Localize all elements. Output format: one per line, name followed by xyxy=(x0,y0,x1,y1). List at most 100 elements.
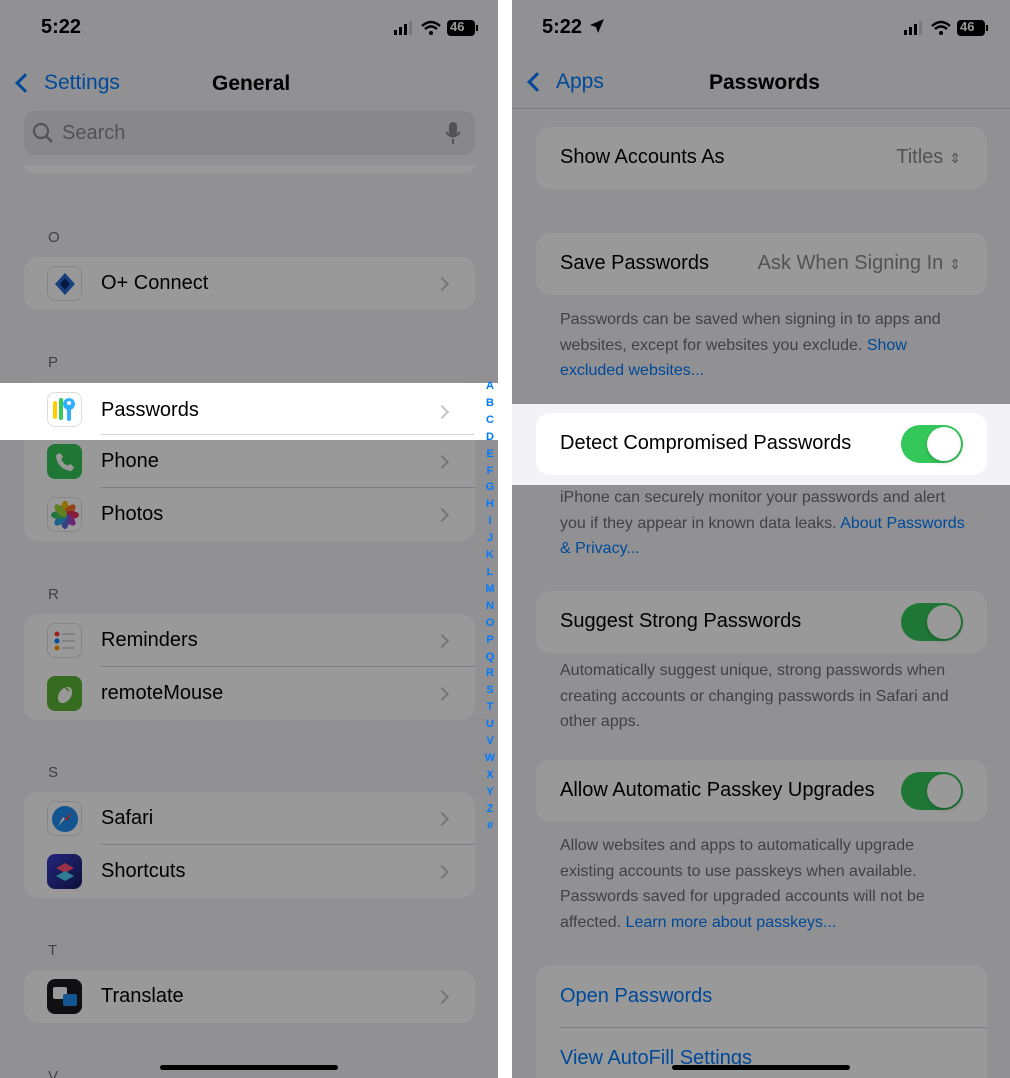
index-letter[interactable]: U xyxy=(486,716,494,733)
index-letter[interactable]: F xyxy=(487,463,494,480)
save-passwords-row[interactable]: Save Passwords Ask When Signing In ⇕ xyxy=(536,233,987,295)
shortcuts-app-icon xyxy=(47,854,82,889)
passwords-key-icon xyxy=(47,392,82,427)
reminders-app-icon xyxy=(47,623,82,658)
index-letter[interactable]: C xyxy=(486,412,494,429)
search-icon xyxy=(32,122,53,143)
row-label: Suggest Strong Passwords xyxy=(560,610,802,632)
row-separator xyxy=(560,1027,987,1028)
index-letter[interactable]: R xyxy=(486,665,494,682)
status-time: 5:22 xyxy=(542,16,583,38)
home-indicator[interactable] xyxy=(160,1065,338,1070)
page-title: Passwords xyxy=(709,71,820,94)
row-label: Detect Compromised Passwords xyxy=(560,432,852,454)
index-letter[interactable]: I xyxy=(488,513,491,530)
detect-footer: iPhone can securely monitor your passwor… xyxy=(560,485,970,562)
battery-level: 46 xyxy=(450,19,465,34)
list-item-safari[interactable]: Safari xyxy=(24,792,475,845)
index-letter[interactable]: J xyxy=(487,530,493,547)
dim-overlay-top xyxy=(0,0,498,383)
chevron-right-icon xyxy=(434,454,450,469)
learn-more-passkeys-link[interactable]: Learn more about passkeys... xyxy=(626,914,837,931)
group-s: Safari Shortcuts xyxy=(24,792,475,898)
section-header-o: O xyxy=(48,229,61,246)
index-letter[interactable]: E xyxy=(486,446,493,463)
home-indicator[interactable] xyxy=(672,1065,850,1070)
suggest-strong-toggle[interactable] xyxy=(901,603,963,641)
row-value: Ask When Signing In ⇕ xyxy=(758,252,961,275)
toggle-knob xyxy=(927,774,961,808)
chevron-left-icon xyxy=(15,73,35,93)
section-header-t: T xyxy=(48,942,58,959)
open-passwords-link[interactable]: Open Passwords xyxy=(560,985,712,1008)
list-item-phone[interactable]: Phone xyxy=(24,435,475,488)
highlight-band: Detect Compromised Passwords xyxy=(512,404,1010,485)
index-letter[interactable]: # xyxy=(487,818,493,835)
location-arrow-icon xyxy=(590,19,604,33)
show-accounts-row[interactable]: Show Accounts As Titles ⇕ xyxy=(536,127,987,189)
photos-app-icon xyxy=(47,497,82,532)
screen-divider xyxy=(498,0,512,1078)
list-item-remotemouse[interactable]: remoteMouse xyxy=(24,667,475,720)
index-letter[interactable]: T xyxy=(487,699,494,716)
index-letter[interactable]: G xyxy=(486,479,495,496)
back-label: Settings xyxy=(44,71,120,94)
translate-app-icon xyxy=(47,979,82,1014)
index-letter[interactable]: W xyxy=(485,750,495,767)
index-letter[interactable]: P xyxy=(486,632,493,649)
status-icons: 46 xyxy=(392,18,480,43)
list-item-translate[interactable]: Translate xyxy=(24,970,475,1023)
oplus-connect-app-icon xyxy=(47,266,82,301)
back-button[interactable]: Settings xyxy=(14,71,120,95)
row-label: Translate xyxy=(101,985,184,1007)
section-index[interactable]: A B C D E F G H I J K L M N O P Q R S T … xyxy=(482,378,498,834)
nav-separator xyxy=(512,108,1010,109)
chevron-left-icon xyxy=(527,72,547,92)
detect-compromised-toggle[interactable] xyxy=(901,425,963,463)
row-label: Allow Automatic Passkey Upgrades xyxy=(560,779,875,801)
row-label: Photos xyxy=(101,503,164,525)
index-letter[interactable]: B xyxy=(486,395,494,412)
chevron-right-icon xyxy=(434,686,450,701)
index-letter[interactable]: Z xyxy=(487,801,494,818)
battery-level: 46 xyxy=(960,19,975,34)
back-button[interactable]: Apps xyxy=(526,70,604,94)
chevron-right-icon xyxy=(434,507,450,522)
list-item-reminders[interactable]: Reminders xyxy=(24,614,475,667)
detect-compromised-row: Detect Compromised Passwords xyxy=(536,413,987,475)
index-letter[interactable]: L xyxy=(487,564,494,581)
safari-app-icon xyxy=(47,801,82,836)
remotemouse-app-icon xyxy=(47,676,82,711)
index-letter[interactable]: X xyxy=(486,767,493,784)
group-t: Translate xyxy=(24,970,475,1023)
back-label: Apps xyxy=(556,70,604,93)
index-letter[interactable]: S xyxy=(486,682,493,699)
index-letter[interactable]: K xyxy=(486,547,494,564)
section-header-p: P xyxy=(48,354,59,371)
cellular-wifi-battery-icon xyxy=(904,20,988,36)
chevron-right-icon xyxy=(434,404,450,420)
highlighted-row-passwords[interactable]: Passwords xyxy=(0,383,498,440)
index-letter[interactable]: Q xyxy=(486,649,495,666)
list-item-shortcuts[interactable]: Shortcuts xyxy=(24,845,475,898)
chevron-right-icon xyxy=(434,864,450,879)
cellular-wifi-battery-icon xyxy=(394,20,478,36)
index-letter[interactable]: D xyxy=(486,429,494,446)
index-letter[interactable]: M xyxy=(485,581,494,598)
index-letter[interactable]: A xyxy=(486,378,494,395)
index-letter[interactable]: H xyxy=(486,496,494,513)
row-label: Safari xyxy=(101,807,154,829)
row-separator xyxy=(101,434,474,435)
index-letter[interactable]: V xyxy=(486,733,493,750)
passkey-upgrades-toggle[interactable] xyxy=(901,772,963,810)
row-label: Phone xyxy=(101,450,159,472)
list-item-oplus-connect[interactable]: O+ Connect xyxy=(24,257,475,310)
index-letter[interactable]: N xyxy=(486,598,494,615)
search-input[interactable]: Search xyxy=(24,111,475,155)
index-letter[interactable]: Y xyxy=(486,784,493,801)
search-placeholder: Search xyxy=(62,122,126,144)
row-label: Save Passwords xyxy=(560,252,709,274)
general-settings-screen: 5:22 46 Settings General Search O O+ Con… xyxy=(0,0,498,1078)
index-letter[interactable]: O xyxy=(486,615,495,632)
list-item-photos[interactable]: Photos xyxy=(24,488,475,541)
